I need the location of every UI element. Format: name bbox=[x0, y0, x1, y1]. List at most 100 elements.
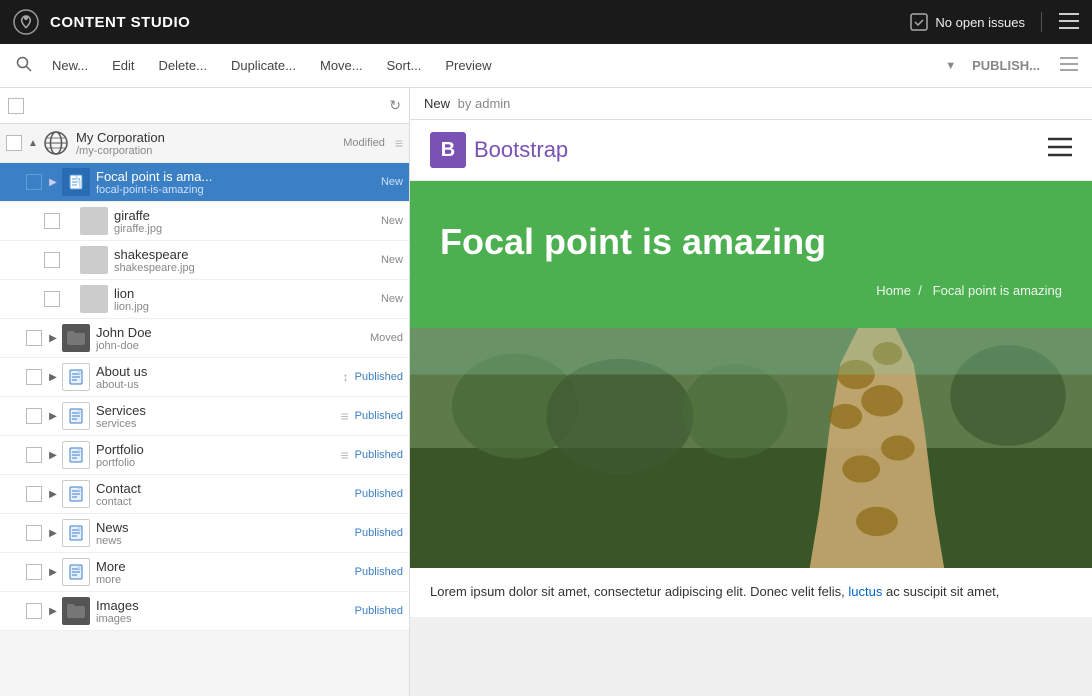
services-menu-icon[interactable]: ≡ bbox=[341, 408, 349, 424]
expand-more-icon[interactable]: ▶ bbox=[46, 567, 60, 578]
preview-header: New by admin bbox=[410, 88, 1092, 120]
my-corporation-menu-icon[interactable]: ≡ bbox=[395, 135, 403, 151]
hamburger-menu-button[interactable] bbox=[1058, 12, 1080, 33]
bootstrap-logo: B Bootstrap bbox=[430, 132, 568, 168]
expand-images-icon[interactable]: ▶ bbox=[46, 606, 60, 617]
tree-item-about-us[interactable]: ▶ About us about-us ↕ Publis bbox=[0, 358, 409, 397]
giraffe-status-area: New bbox=[381, 215, 403, 227]
portfolio-status-area: ≡ Published bbox=[337, 447, 404, 463]
toolbar-right: ▼ PUBLISH... bbox=[945, 52, 1082, 79]
shakespeare-status-area: New bbox=[381, 254, 403, 266]
portfolio-menu-icon[interactable]: ≡ bbox=[341, 447, 349, 463]
expand-about-us-icon[interactable]: ▶ bbox=[46, 372, 60, 383]
john-doe-name: John Doe bbox=[96, 325, 364, 340]
expand-john-doe-icon[interactable]: ▶ bbox=[46, 333, 60, 344]
bootstrap-nav-hamburger-icon[interactable] bbox=[1048, 137, 1072, 163]
tree-item-news[interactable]: ▶ News news Published bbox=[0, 514, 409, 553]
portfolio-status: Published bbox=[355, 449, 403, 461]
new-button[interactable]: New... bbox=[42, 52, 98, 79]
focal-point-status-area: New bbox=[381, 176, 403, 188]
images-path: images bbox=[96, 613, 349, 625]
tree-item-giraffe[interactable]: ▶ giraffe giraffe.jpg New bbox=[0, 202, 409, 241]
checkbox-john-doe[interactable] bbox=[26, 330, 42, 346]
lion-path: lion.jpg bbox=[114, 301, 375, 313]
body-text-link[interactable]: luctus bbox=[848, 584, 882, 599]
my-corporation-name: My Corporation bbox=[76, 130, 337, 145]
giraffe-thumbnail-icon bbox=[80, 207, 108, 235]
news-name: News bbox=[96, 520, 349, 535]
more-name: More bbox=[96, 559, 349, 574]
preview-by-admin: by admin bbox=[454, 96, 510, 111]
page-icon-contact bbox=[62, 480, 90, 508]
duplicate-button[interactable]: Duplicate... bbox=[221, 52, 306, 79]
tree-item-john-doe[interactable]: ▶ John Doe john-doe Moved bbox=[0, 319, 409, 358]
sort-button[interactable]: Sort... bbox=[377, 52, 432, 79]
tree-header: ↻ bbox=[0, 88, 409, 124]
about-us-name: About us bbox=[96, 364, 337, 379]
john-doe-info: John Doe john-doe bbox=[96, 325, 364, 352]
dropdown-arrow-icon[interactable]: ▼ bbox=[945, 60, 956, 72]
expand-my-corporation-icon[interactable]: ▲ bbox=[26, 138, 40, 149]
refresh-button[interactable]: ↻ bbox=[389, 97, 401, 114]
checkbox-focal-point[interactable] bbox=[26, 174, 42, 190]
tree-item-services[interactable]: ▶ Services services ≡ Publis bbox=[0, 397, 409, 436]
checkbox-about-us[interactable] bbox=[26, 369, 42, 385]
body-text-end: ac suscipit sit amet, bbox=[886, 584, 999, 599]
checkbox-more[interactable] bbox=[26, 564, 42, 580]
checkbox-contact[interactable] bbox=[26, 486, 42, 502]
tree-scroll-area[interactable]: ▲ My Corporation /my-corporation Modif bbox=[0, 124, 409, 696]
sort-icon-about-us: ↕ bbox=[343, 370, 349, 384]
edit-button[interactable]: Edit bbox=[102, 52, 144, 79]
top-header: CONTENT STUDIO No open issues bbox=[0, 0, 1092, 44]
folder-icon-images bbox=[62, 597, 90, 625]
tree-item-focal-point[interactable]: ▶ Focal point is ama... focal-point-is-a… bbox=[0, 163, 409, 202]
search-button[interactable] bbox=[10, 50, 38, 81]
tree-item-contact[interactable]: ▶ Contact contact Published bbox=[0, 475, 409, 514]
john-doe-status: Moved bbox=[370, 332, 403, 344]
checkbox-lion[interactable] bbox=[44, 291, 60, 307]
preview-button[interactable]: Preview bbox=[435, 52, 501, 79]
move-button[interactable]: Move... bbox=[310, 52, 373, 79]
tree-item-lion[interactable]: ▶ lion lion.jpg New bbox=[0, 280, 409, 319]
issues-indicator[interactable]: No open issues bbox=[909, 12, 1025, 32]
focal-point-path: focal-point-is-amazing bbox=[96, 184, 375, 196]
tree-item-shakespeare[interactable]: ▶ shakespeare shakespeare.jpg New bbox=[0, 241, 409, 280]
tree-item-images[interactable]: ▶ Images images Published bbox=[0, 592, 409, 631]
checkbox-images[interactable] bbox=[26, 603, 42, 619]
checkbox-services[interactable] bbox=[26, 408, 42, 424]
expand-portfolio-icon[interactable]: ▶ bbox=[46, 450, 60, 461]
john-doe-status-area: Moved bbox=[370, 332, 403, 344]
page-icon-services bbox=[62, 402, 90, 430]
about-us-path: about-us bbox=[96, 379, 337, 391]
my-corporation-status: Modified bbox=[343, 137, 385, 149]
images-info: Images images bbox=[96, 598, 349, 625]
delete-button[interactable]: Delete... bbox=[149, 52, 217, 79]
news-info: News news bbox=[96, 520, 349, 547]
bootstrap-navbar: B Bootstrap bbox=[410, 120, 1092, 181]
header-left: CONTENT STUDIO bbox=[12, 8, 190, 36]
toolbar-options-button[interactable] bbox=[1056, 53, 1082, 78]
folder-icon-john-doe bbox=[62, 324, 90, 352]
tree-item-portfolio[interactable]: ▶ Portfolio portfolio ≡ Publ bbox=[0, 436, 409, 475]
breadcrumb-home: Home bbox=[876, 283, 911, 298]
services-path: services bbox=[96, 418, 331, 430]
checkbox-portfolio[interactable] bbox=[26, 447, 42, 463]
tree-item-more[interactable]: ▶ More more Published bbox=[0, 553, 409, 592]
john-doe-path: john-doe bbox=[96, 340, 364, 352]
checkbox-my-corporation[interactable] bbox=[6, 135, 22, 151]
more-info: More more bbox=[96, 559, 349, 586]
tree-item-my-corporation[interactable]: ▲ My Corporation /my-corporation Modif bbox=[0, 124, 409, 163]
checkbox-giraffe[interactable] bbox=[44, 213, 60, 229]
publish-button[interactable]: PUBLISH... bbox=[962, 52, 1050, 79]
expand-news-icon[interactable]: ▶ bbox=[46, 528, 60, 539]
services-name: Services bbox=[96, 403, 331, 418]
contact-name: Contact bbox=[96, 481, 349, 496]
checkbox-shakespeare[interactable] bbox=[44, 252, 60, 268]
expand-focal-point-icon[interactable]: ▶ bbox=[46, 177, 60, 188]
expand-contact-icon[interactable]: ▶ bbox=[46, 489, 60, 500]
expand-services-icon[interactable]: ▶ bbox=[46, 411, 60, 422]
checkbox-news[interactable] bbox=[26, 525, 42, 541]
select-all-checkbox[interactable] bbox=[8, 98, 24, 114]
giraffe-preview-image bbox=[410, 328, 1092, 568]
services-info: Services services bbox=[96, 403, 331, 430]
